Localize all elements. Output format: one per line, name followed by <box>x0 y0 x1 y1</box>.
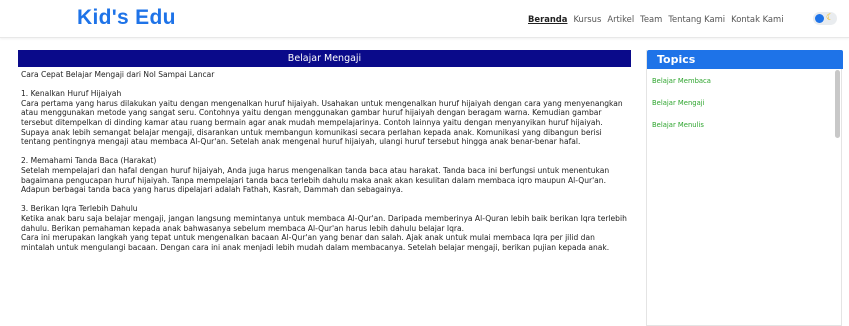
topic-link-belajar-membaca[interactable]: Belajar Membaca <box>652 77 841 85</box>
moon-icon: ☾ <box>826 13 835 23</box>
sidebar-scrollbar[interactable] <box>835 70 840 138</box>
brand-logo[interactable]: Kid's Edu <box>77 6 176 30</box>
section-heading: 2. Memahami Tanda Baca (Harakat) <box>21 156 157 166</box>
article-intro: Cara Cepat Belajar Mengaji dari Nol Samp… <box>21 70 215 79</box>
theme-toggle[interactable]: ☾ <box>813 12 837 25</box>
nav-link-kontak-kami[interactable]: Kontak Kami <box>731 14 783 24</box>
section-paragraph: Cara ini merupakan langkah yang tepat un… <box>21 233 610 252</box>
section-paragraph: Ketika anak baru saja belajar mengaji, j… <box>21 213 627 233</box>
section-heading: 3. Berikan Iqra Terlebih Dahulu <box>21 204 138 214</box>
nav-link-artikel[interactable]: Artikel <box>607 14 634 24</box>
section-paragraph: Setelah mempelajari dan hafal dengan hur… <box>21 165 610 195</box>
article-title: Belajar Mengaji <box>18 50 631 67</box>
topics-sidebar: Topics Belajar Membaca Belajar Mengaji B… <box>646 50 843 326</box>
section-paragraph: Cara pertama yang harus dilakukan yaitu … <box>21 98 623 127</box>
sidebar-title: Topics <box>647 50 843 69</box>
article-card: Belajar Mengaji Cara Cepat Belajar Menga… <box>18 50 631 326</box>
navbar: Kid's Edu Beranda Kursus Artikel Team Te… <box>0 0 849 38</box>
topic-link-belajar-menulis[interactable]: Belajar Menulis <box>652 121 841 129</box>
nav-link-beranda[interactable]: Beranda <box>528 14 567 24</box>
nav-menu: Beranda Kursus Artikel Team Tentang Kami… <box>528 14 790 24</box>
nav-link-kursus[interactable]: Kursus <box>573 14 601 24</box>
section-paragraph: Supaya anak lebih semangat belajar menga… <box>21 127 602 147</box>
article-body: Cara Cepat Belajar Mengaji dari Nol Samp… <box>18 67 631 252</box>
toggle-knob <box>815 14 824 23</box>
nav-link-tentang-kami[interactable]: Tentang Kami <box>668 14 725 24</box>
topic-link-belajar-mengaji[interactable]: Belajar Mengaji <box>652 99 841 107</box>
nav-link-team[interactable]: Team <box>640 14 662 24</box>
section-heading: 1. Kenalkan Huruf Hijaiyah <box>21 89 122 99</box>
